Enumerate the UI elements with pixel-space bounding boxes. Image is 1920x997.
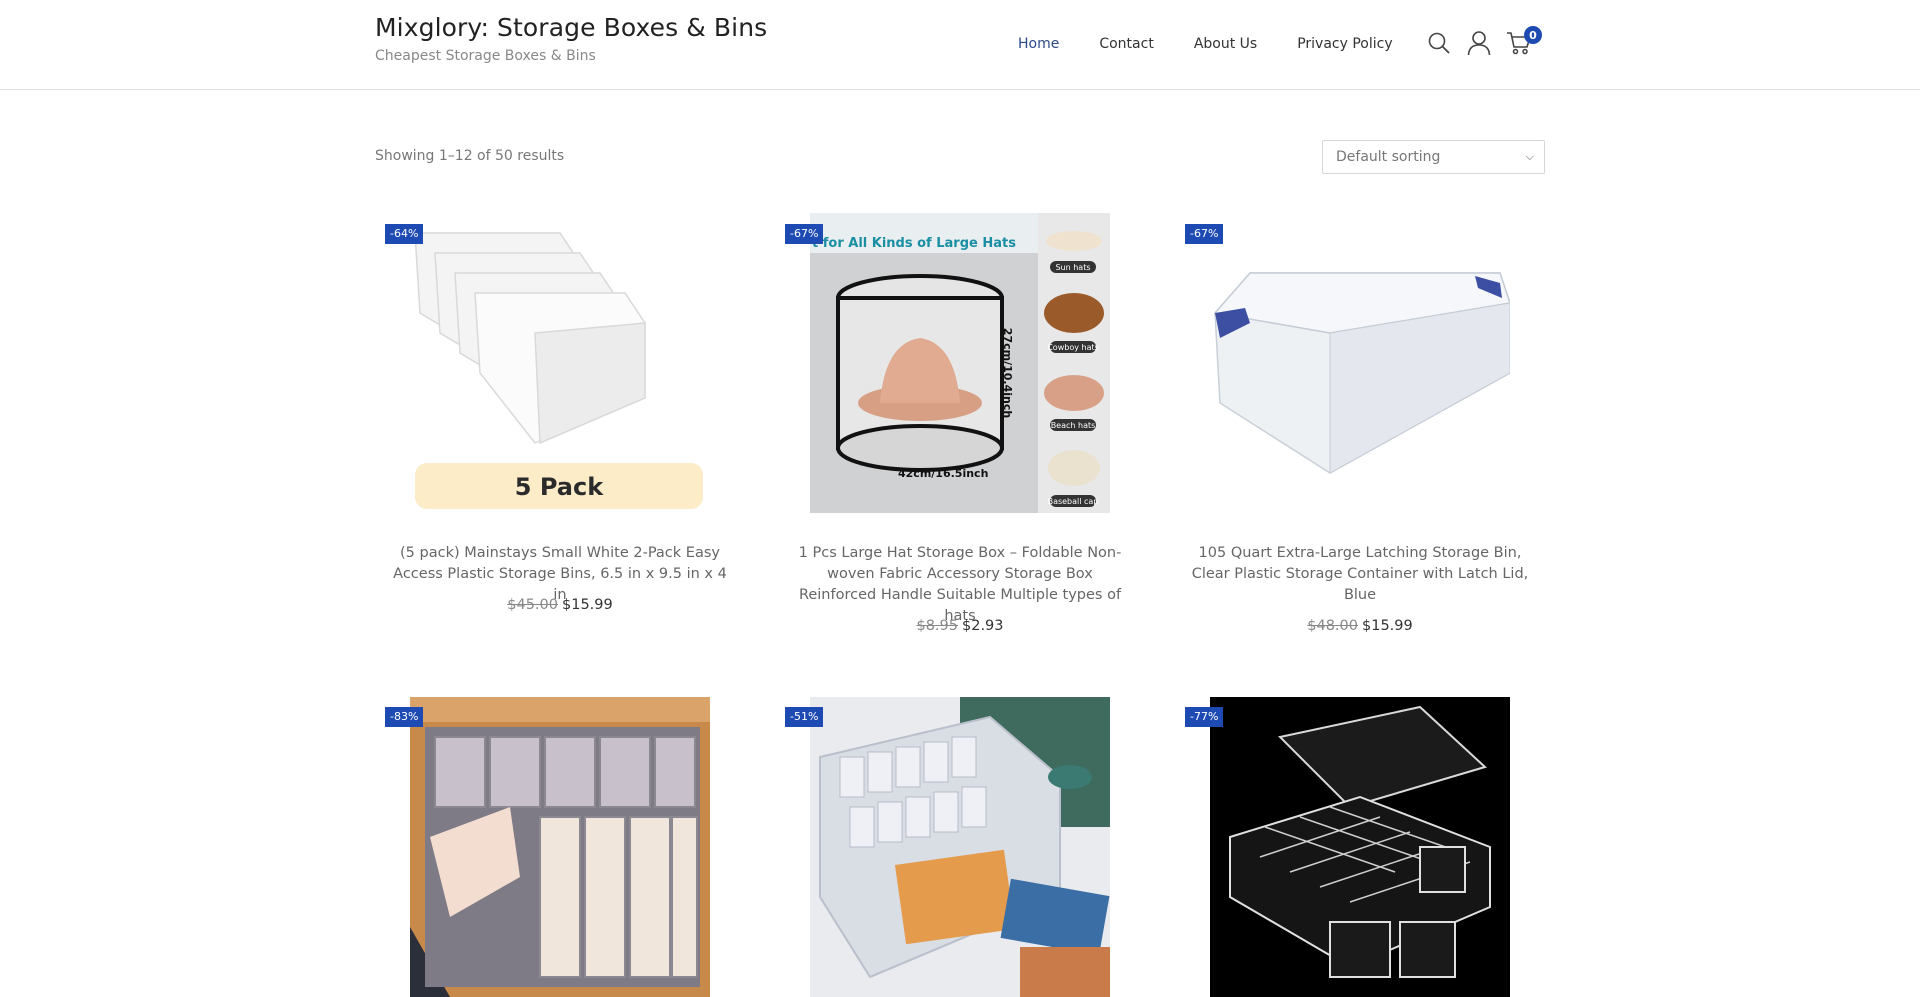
image-caption: 5 Pack (515, 473, 604, 501)
product-price: $45.00 $15.99 (390, 597, 730, 613)
brand: Mixglory: Storage Boxes & Bins Cheapest … (375, 13, 767, 64)
sale-price: $15.99 (562, 597, 613, 613)
nav-home[interactable]: Home (1018, 36, 1059, 52)
product-price: $8.95 $2.93 (790, 618, 1130, 634)
sale-badge: -83% (385, 707, 424, 727)
cart-icon[interactable]: 0 (1506, 26, 1542, 56)
product-image[interactable]: t for All Kinds of Large Hats 27cm/10.4i… (810, 213, 1110, 513)
old-price: $45.00 (507, 597, 558, 613)
image-heading: t for All Kinds of Large Hats (812, 236, 1016, 251)
hat-label-baseball: Baseball cap (1048, 497, 1099, 506)
results-count: Showing 1–12 of 50 results (375, 148, 565, 164)
product-title[interactable]: 1 Pcs Large Hat Storage Box – Foldable N… (790, 543, 1130, 627)
product-price: $48.00 $15.99 (1190, 618, 1530, 634)
user-icon[interactable] (1466, 30, 1492, 56)
width-label: 42cm/16.5inch (898, 467, 988, 480)
product-title[interactable]: 105 Quart Extra-Large Latching Storage B… (1190, 543, 1530, 606)
sale-badge: -64% (385, 224, 424, 244)
sort-select[interactable]: Default sorting ⌵ (1322, 140, 1545, 174)
old-price: $8.95 (916, 618, 958, 634)
product-image[interactable] (1210, 697, 1510, 997)
product-image[interactable]: 5 Pack (410, 213, 710, 513)
old-price: $48.00 (1307, 618, 1358, 634)
hat-label-beach: Beach hats (1051, 421, 1096, 430)
nav-contact[interactable]: Contact (1099, 36, 1153, 52)
search-icon[interactable] (1426, 30, 1452, 56)
main-nav: Home Contact About Us Privacy Policy (1018, 36, 1433, 52)
sale-badge: -77% (1185, 707, 1224, 727)
product-image[interactable] (810, 697, 1110, 997)
sale-badge: -51% (785, 707, 824, 727)
sale-price: $15.99 (1362, 618, 1413, 634)
nav-about-us[interactable]: About Us (1194, 36, 1257, 52)
sale-badge: -67% (1185, 224, 1224, 244)
site-title[interactable]: Mixglory: Storage Boxes & Bins (375, 13, 767, 42)
height-label: 27cm/10.4inch (1001, 328, 1014, 418)
sort-selected-value: Default sorting (1336, 149, 1441, 165)
hat-label-sun: Sun hats (1055, 263, 1090, 272)
header-icons: 0 (1426, 26, 1546, 56)
product-image[interactable] (410, 697, 710, 997)
chevron-down-icon: ⌵ (1525, 150, 1534, 163)
sale-price: $2.93 (962, 618, 1004, 634)
site-header: Mixglory: Storage Boxes & Bins Cheapest … (0, 0, 1920, 90)
hat-label-cowboy: Cowboy hats (1047, 343, 1099, 352)
cart-count-badge: 0 (1524, 26, 1542, 44)
sale-badge: -67% (785, 224, 824, 244)
product-image[interactable] (1210, 213, 1510, 513)
nav-privacy-policy[interactable]: Privacy Policy (1297, 36, 1392, 52)
site-tagline: Cheapest Storage Boxes & Bins (375, 48, 596, 64)
